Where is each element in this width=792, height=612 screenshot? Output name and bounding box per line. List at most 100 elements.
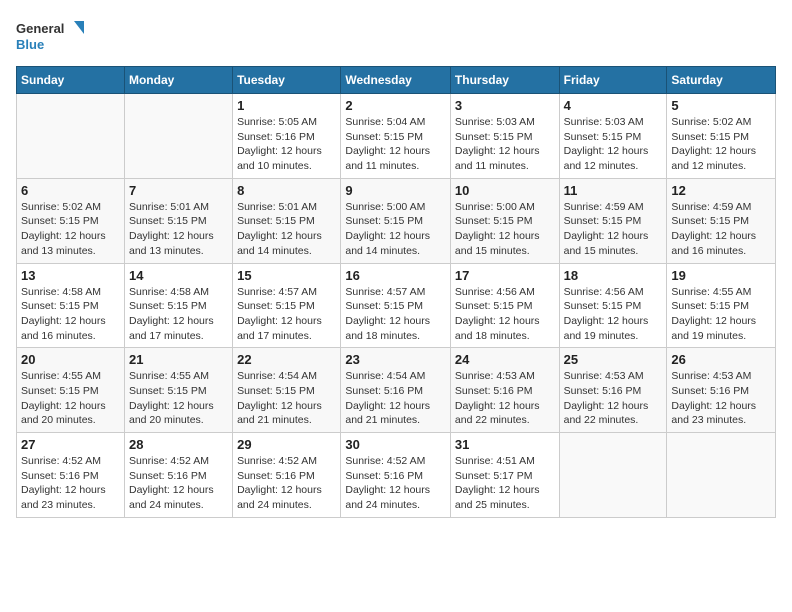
day-number: 20 [21, 352, 120, 367]
calendar-cell [17, 94, 125, 179]
calendar-cell: 10 Sunrise: 5:00 AMSunset: 5:15 PMDayligh… [450, 178, 559, 263]
day-number: 14 [129, 268, 228, 283]
weekday-header-friday: Friday [559, 67, 667, 94]
calendar-cell: 21 Sunrise: 4:55 AMSunset: 5:15 PMDayligh… [124, 348, 232, 433]
day-number: 24 [455, 352, 555, 367]
day-info: Sunrise: 5:02 AMSunset: 5:15 PMDaylight:… [21, 200, 120, 259]
day-number: 8 [237, 183, 336, 198]
day-number: 10 [455, 183, 555, 198]
day-number: 25 [564, 352, 663, 367]
day-number: 23 [345, 352, 446, 367]
logo: General Blue [16, 16, 86, 56]
day-number: 21 [129, 352, 228, 367]
day-number: 15 [237, 268, 336, 283]
weekday-header-sunday: Sunday [17, 67, 125, 94]
day-info: Sunrise: 4:54 AMSunset: 5:16 PMDaylight:… [345, 369, 446, 428]
weekday-header-thursday: Thursday [450, 67, 559, 94]
day-number: 18 [564, 268, 663, 283]
day-info: Sunrise: 4:55 AMSunset: 5:15 PMDaylight:… [21, 369, 120, 428]
day-info: Sunrise: 5:01 AMSunset: 5:15 PMDaylight:… [237, 200, 336, 259]
day-info: Sunrise: 4:53 AMSunset: 5:16 PMDaylight:… [671, 369, 771, 428]
calendar-cell: 2 Sunrise: 5:04 AMSunset: 5:15 PMDaylight… [341, 94, 451, 179]
day-number: 16 [345, 268, 446, 283]
calendar-cell: 4 Sunrise: 5:03 AMSunset: 5:15 PMDaylight… [559, 94, 667, 179]
calendar-cell: 27 Sunrise: 4:52 AMSunset: 5:16 PMDayligh… [17, 433, 125, 518]
day-info: Sunrise: 5:03 AMSunset: 5:15 PMDaylight:… [455, 115, 555, 174]
weekday-header-saturday: Saturday [667, 67, 776, 94]
calendar-cell: 3 Sunrise: 5:03 AMSunset: 5:15 PMDaylight… [450, 94, 559, 179]
calendar-cell: 15 Sunrise: 4:57 AMSunset: 5:15 PMDayligh… [233, 263, 341, 348]
calendar-cell: 7 Sunrise: 5:01 AMSunset: 5:15 PMDaylight… [124, 178, 232, 263]
calendar-cell: 31 Sunrise: 4:51 AMSunset: 5:17 PMDayligh… [450, 433, 559, 518]
calendar-week-2: 6 Sunrise: 5:02 AMSunset: 5:15 PMDaylight… [17, 178, 776, 263]
day-info: Sunrise: 4:58 AMSunset: 5:15 PMDaylight:… [129, 285, 228, 344]
day-info: Sunrise: 4:51 AMSunset: 5:17 PMDaylight:… [455, 454, 555, 513]
calendar-cell: 11Sunrise: 4:59 AMSunset: 5:15 PMDayligh… [559, 178, 667, 263]
day-info: Sunrise: 4:59 AMSunset: 5:15 PMDaylight:… [564, 200, 663, 259]
day-info: Sunrise: 4:52 AMSunset: 5:16 PMDaylight:… [237, 454, 336, 513]
day-number: 17 [455, 268, 555, 283]
calendar-cell: 19 Sunrise: 4:55 AMSunset: 5:15 PMDayligh… [667, 263, 776, 348]
day-info: Sunrise: 4:52 AMSunset: 5:16 PMDaylight:… [21, 454, 120, 513]
weekday-header-wednesday: Wednesday [341, 67, 451, 94]
day-number: 3 [455, 98, 555, 113]
weekday-header-tuesday: Tuesday [233, 67, 341, 94]
day-info: Sunrise: 4:57 AMSunset: 5:15 PMDaylight:… [345, 285, 446, 344]
calendar-table: SundayMondayTuesdayWednesdayThursdayFrid… [16, 66, 776, 518]
calendar-cell: 28Sunrise: 4:52 AMSunset: 5:16 PMDayligh… [124, 433, 232, 518]
day-number: 28 [129, 437, 228, 452]
calendar-cell: 25 Sunrise: 4:53 AMSunset: 5:16 PMDayligh… [559, 348, 667, 433]
calendar-cell: 13 Sunrise: 4:58 AMSunset: 5:15 PMDayligh… [17, 263, 125, 348]
calendar-cell: 16 Sunrise: 4:57 AMSunset: 5:15 PMDayligh… [341, 263, 451, 348]
calendar-week-4: 20 Sunrise: 4:55 AMSunset: 5:15 PMDayligh… [17, 348, 776, 433]
day-number: 7 [129, 183, 228, 198]
calendar-cell: 17 Sunrise: 4:56 AMSunset: 5:15 PMDayligh… [450, 263, 559, 348]
calendar-cell: 23 Sunrise: 4:54 AMSunset: 5:16 PMDayligh… [341, 348, 451, 433]
day-number: 6 [21, 183, 120, 198]
day-number: 2 [345, 98, 446, 113]
calendar-cell: 24 Sunrise: 4:53 AMSunset: 5:16 PMDayligh… [450, 348, 559, 433]
calendar-cell: 12 Sunrise: 4:59 AMSunset: 5:15 PMDayligh… [667, 178, 776, 263]
calendar-cell: 22 Sunrise: 4:54 AMSunset: 5:15 PMDayligh… [233, 348, 341, 433]
weekday-header-monday: Monday [124, 67, 232, 94]
calendar-cell: 30Sunrise: 4:52 AMSunset: 5:16 PMDayligh… [341, 433, 451, 518]
day-number: 29 [237, 437, 336, 452]
day-number: 12 [671, 183, 771, 198]
day-number: 31 [455, 437, 555, 452]
svg-text:General: General [16, 21, 64, 36]
day-info: Sunrise: 4:53 AMSunset: 5:16 PMDaylight:… [455, 369, 555, 428]
day-info: Sunrise: 4:55 AMSunset: 5:15 PMDaylight:… [129, 369, 228, 428]
calendar-week-3: 13 Sunrise: 4:58 AMSunset: 5:15 PMDayligh… [17, 263, 776, 348]
day-info: Sunrise: 5:03 AMSunset: 5:15 PMDaylight:… [564, 115, 663, 174]
calendar-cell: 5Sunrise: 5:02 AMSunset: 5:15 PMDaylight… [667, 94, 776, 179]
calendar-cell: 9Sunrise: 5:00 AMSunset: 5:15 PMDaylight… [341, 178, 451, 263]
day-info: Sunrise: 5:01 AMSunset: 5:15 PMDaylight:… [129, 200, 228, 259]
day-info: Sunrise: 4:56 AMSunset: 5:15 PMDaylight:… [455, 285, 555, 344]
calendar-cell: 20 Sunrise: 4:55 AMSunset: 5:15 PMDayligh… [17, 348, 125, 433]
calendar-cell: 26Sunrise: 4:53 AMSunset: 5:16 PMDayligh… [667, 348, 776, 433]
day-number: 13 [21, 268, 120, 283]
calendar-week-5: 27 Sunrise: 4:52 AMSunset: 5:16 PMDayligh… [17, 433, 776, 518]
day-info: Sunrise: 4:54 AMSunset: 5:15 PMDaylight:… [237, 369, 336, 428]
day-number: 4 [564, 98, 663, 113]
day-number: 27 [21, 437, 120, 452]
svg-text:Blue: Blue [16, 37, 44, 52]
day-number: 19 [671, 268, 771, 283]
day-info: Sunrise: 4:57 AMSunset: 5:15 PMDaylight:… [237, 285, 336, 344]
day-info: Sunrise: 4:53 AMSunset: 5:16 PMDaylight:… [564, 369, 663, 428]
day-info: Sunrise: 5:04 AMSunset: 5:15 PMDaylight:… [345, 115, 446, 174]
day-info: Sunrise: 5:00 AMSunset: 5:15 PMDaylight:… [455, 200, 555, 259]
calendar-cell: 8 Sunrise: 5:01 AMSunset: 5:15 PMDaylight… [233, 178, 341, 263]
calendar-cell [667, 433, 776, 518]
day-number: 5 [671, 98, 771, 113]
day-info: Sunrise: 5:00 AMSunset: 5:15 PMDaylight:… [345, 200, 446, 259]
day-info: Sunrise: 4:52 AMSunset: 5:16 PMDaylight:… [345, 454, 446, 513]
day-info: Sunrise: 4:58 AMSunset: 5:15 PMDaylight:… [21, 285, 120, 344]
day-number: 22 [237, 352, 336, 367]
calendar-cell: 6 Sunrise: 5:02 AMSunset: 5:15 PMDaylight… [17, 178, 125, 263]
day-info: Sunrise: 4:55 AMSunset: 5:15 PMDaylight:… [671, 285, 771, 344]
day-number: 1 [237, 98, 336, 113]
calendar-cell: 18Sunrise: 4:56 AMSunset: 5:15 PMDayligh… [559, 263, 667, 348]
day-info: Sunrise: 4:59 AMSunset: 5:15 PMDaylight:… [671, 200, 771, 259]
day-info: Sunrise: 5:05 AMSunset: 5:16 PMDaylight:… [237, 115, 336, 174]
